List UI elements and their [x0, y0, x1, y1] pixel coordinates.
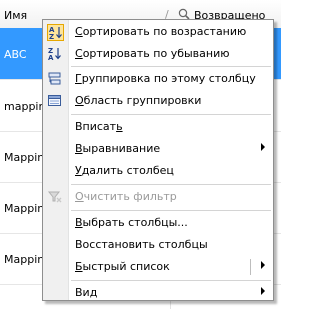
- menu-item-label: Группировка по этому столбцу: [75, 72, 256, 85]
- menu-item-label: Удалить столбец: [75, 164, 174, 177]
- menu-item-label: Область группировки: [75, 94, 202, 107]
- menu-item-sort-descending[interactable]: Z A Сортировать по убыванию: [43, 43, 273, 65]
- menu-separator: [71, 184, 271, 185]
- clear-filter-icon: [47, 189, 64, 206]
- submenu-arrow-icon: [261, 287, 265, 295]
- menu-item-label: Выбрать столбцы...: [75, 216, 188, 229]
- svg-text:A: A: [48, 54, 54, 61]
- menu-item-quick-list[interactable]: Быстрый список: [43, 256, 273, 278]
- menu-separator: [71, 66, 271, 67]
- sort-ascending-icon: A Z: [47, 24, 64, 41]
- menu-item-fit[interactable]: Вписать: [43, 116, 273, 138]
- menu-item-restore-columns[interactable]: Восстановить столбцы: [43, 234, 273, 256]
- split-divider: [250, 259, 251, 275]
- menu-item-label: Вписать: [75, 120, 123, 133]
- column-header-name[interactable]: Имя: [4, 9, 27, 22]
- group-by-column-icon: [47, 71, 64, 88]
- sort-descending-icon: Z A: [47, 46, 64, 63]
- menu-item-label: Восстановить столбцы: [75, 238, 208, 251]
- menu-item-label: Сортировать по возрастанию: [75, 25, 247, 38]
- menu-item-label: Выравнивание: [75, 142, 161, 155]
- menu-item-label: Сортировать по убыванию: [75, 47, 230, 60]
- menu-item-sort-ascending[interactable]: A Z Сортировать по возрастанию: [43, 21, 273, 43]
- menu-item-view[interactable]: Вид: [43, 282, 273, 304]
- menu-item-label: Быстрый список: [75, 260, 170, 273]
- column-context-menu: A Z Сортировать по возрастанию Z A Сорти…: [42, 19, 274, 301]
- submenu-arrow-icon: [261, 143, 265, 151]
- menu-item-choose-columns[interactable]: Выбрать столбцы...: [43, 212, 273, 234]
- menu-item-clear-filter: Очистить фильтр: [43, 186, 273, 208]
- group-area-icon: [47, 93, 64, 110]
- submenu-arrow-icon[interactable]: [261, 261, 265, 269]
- menu-item-alignment[interactable]: Выравнивание: [43, 138, 273, 160]
- menu-item-label: Очистить фильтр: [75, 190, 177, 203]
- menu-separator: [71, 210, 271, 211]
- menu-separator: [71, 114, 271, 115]
- menu-item-group-by-column[interactable]: Группировка по этому столбцу: [43, 68, 273, 90]
- menu-item-label: Вид: [75, 286, 98, 299]
- svg-text:Z: Z: [49, 33, 54, 40]
- menu-separator: [71, 280, 271, 281]
- row-name: ABC: [4, 48, 27, 61]
- menu-item-group-area[interactable]: Область группировки: [43, 90, 273, 112]
- menu-item-delete-column[interactable]: Удалить столбец: [43, 160, 273, 182]
